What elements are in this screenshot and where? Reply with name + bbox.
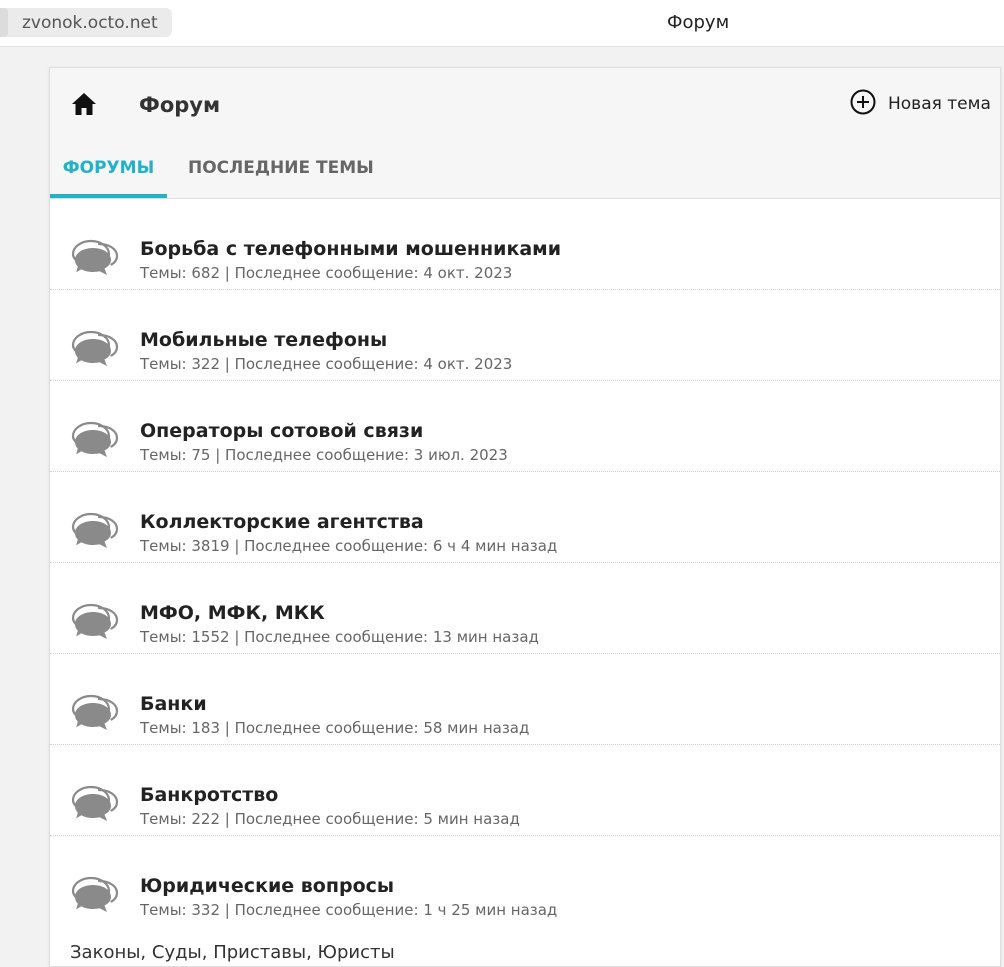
forum-title[interactable]: Банки bbox=[140, 692, 207, 716]
home-icon[interactable] bbox=[71, 92, 97, 116]
tab-forums[interactable]: ФОРУМЫ bbox=[50, 154, 167, 198]
forum-meta: Темы: 682 | Последнее сообщение: 4 окт. … bbox=[140, 264, 513, 282]
chat-bubbles-icon bbox=[71, 874, 119, 916]
forum-description: Законы, Суды, Приставы, Юристы bbox=[70, 942, 395, 963]
forum-list: Борьба с телефонными мошенниками Темы: 6… bbox=[50, 199, 1000, 966]
address-bar-url[interactable]: zvonok.octo.net bbox=[22, 12, 158, 34]
forum-title[interactable]: Юридические вопросы bbox=[140, 874, 394, 898]
forum-meta: Темы: 1552 | Последнее сообщение: 13 мин… bbox=[140, 628, 539, 646]
forum-title[interactable]: Мобильные телефоны bbox=[140, 328, 387, 352]
forum-list-item[interactable]: Юридические вопросы Темы: 332 | Последне… bbox=[50, 836, 1000, 966]
chat-bubbles-icon bbox=[71, 783, 119, 825]
plus-circle-icon bbox=[850, 89, 876, 119]
chat-bubbles-icon bbox=[71, 692, 119, 734]
chat-bubbles-icon bbox=[71, 237, 119, 279]
forum-meta: Темы: 222 | Последнее сообщение: 5 мин н… bbox=[140, 810, 520, 828]
forum-title[interactable]: Банкротство bbox=[140, 783, 278, 807]
chat-bubbles-icon bbox=[71, 601, 119, 643]
forum-title[interactable]: Операторы сотовой связи bbox=[140, 419, 423, 443]
forum-header: Форум Новая тема ФОРУМЫ ПОСЛЕДНИЕ ТЕМЫ bbox=[50, 68, 1000, 199]
forum-meta: Темы: 75 | Последнее сообщение: 3 июл. 2… bbox=[140, 446, 508, 464]
browser-bar: zvonok.octo.net Форум bbox=[0, 0, 1004, 47]
forum-list-item[interactable]: Борьба с телефонными мошенниками Темы: 6… bbox=[50, 199, 1000, 290]
chat-bubbles-icon bbox=[71, 328, 119, 370]
forum-list-item[interactable]: Банкротство Темы: 222 | Последнее сообще… bbox=[50, 745, 1000, 836]
forum-list-item[interactable]: Коллекторские агентства Темы: 3819 | Пос… bbox=[50, 472, 1000, 563]
forum-list-item[interactable]: Операторы сотовой связи Темы: 75 | После… bbox=[50, 381, 1000, 472]
new-topic-label: Новая тема bbox=[888, 94, 991, 114]
forum-title[interactable]: Коллекторские агентства bbox=[140, 510, 424, 534]
forum-list-item[interactable]: Мобильные телефоны Темы: 322 | Последнее… bbox=[50, 290, 1000, 381]
forum-card: Форум Новая тема ФОРУМЫ ПОСЛЕДНИЕ ТЕМЫ Б… bbox=[49, 67, 1001, 967]
forum-meta: Темы: 322 | Последнее сообщение: 4 окт. … bbox=[140, 355, 513, 373]
forum-title[interactable]: МФО, МФК, МКК bbox=[140, 601, 325, 625]
page-title: Форум bbox=[139, 93, 221, 117]
new-topic-button[interactable]: Новая тема bbox=[850, 89, 991, 119]
forum-list-item[interactable]: Банки Темы: 183 | Последнее сообщение: 5… bbox=[50, 654, 1000, 745]
chat-bubbles-icon bbox=[71, 510, 119, 552]
tab-latest-topics[interactable]: ПОСЛЕДНИЕ ТЕМЫ bbox=[188, 154, 374, 198]
forum-meta: Темы: 332 | Последнее сообщение: 1 ч 25 … bbox=[140, 901, 558, 919]
address-bar-edge bbox=[0, 8, 8, 37]
forum-title[interactable]: Борьба с телефонными мошенниками bbox=[140, 237, 561, 261]
browser-page-title: Форум bbox=[667, 12, 730, 33]
chat-bubbles-icon bbox=[71, 419, 119, 461]
forum-meta: Темы: 183 | Последнее сообщение: 58 мин … bbox=[140, 719, 530, 737]
forum-list-item[interactable]: МФО, МФК, МКК Темы: 1552 | Последнее соо… bbox=[50, 563, 1000, 654]
forum-meta: Темы: 3819 | Последнее сообщение: 6 ч 4 … bbox=[140, 537, 558, 555]
